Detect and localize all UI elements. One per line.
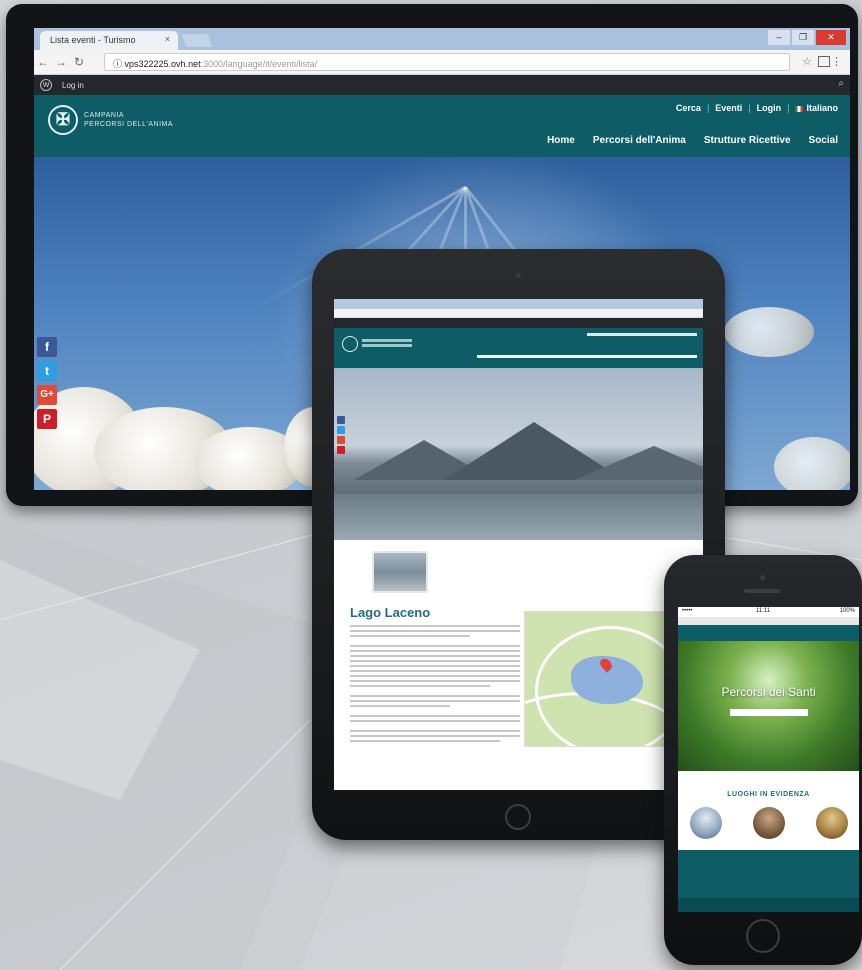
tablet-hero-lake-image [334,368,703,540]
logo-text: CAMPANIA PERCORSI DELL'ANIMA [84,111,173,129]
back-arrow-icon[interactable]: ← [34,55,52,69]
signal-icon: ••••• [682,608,693,614]
place-thumbnail[interactable] [753,807,785,839]
tab-title: Lista eventi - Turismo [50,35,136,45]
battery-level: 100% [839,608,855,614]
twitter-icon[interactable]: t [37,361,57,381]
phone-footer [678,850,859,912]
logo-line-2: PERCORSI DELL'ANIMA [84,121,174,128]
tablet-home-button[interactable] [505,804,531,830]
reload-icon[interactable]: ↻ [70,55,88,69]
search-icon[interactable]: ⌕ [838,78,844,89]
close-window-button[interactable]: ✕ [816,30,846,45]
logo-emblem-icon: ✠ [48,105,78,135]
phone-device: ••••• 11:11 100% Percorsi dei Santi LUOG… [664,555,862,965]
browser-tab[interactable]: Lista eventi - Turismo × [40,31,178,50]
featured-places-title: LUOGHI IN EVIDENZA [727,791,810,798]
top-link-eventi[interactable]: Eventi [715,103,742,113]
phone-home-button[interactable] [746,919,780,953]
tablet-logo-icon [342,336,358,352]
phone-hero-title: Percorsi dei Santi [721,685,816,699]
language-label: Italiano [806,103,838,113]
language-selector[interactable]: Italiano [795,103,838,113]
info-icon: ⓘ [113,59,125,69]
minimize-button[interactable]: – [768,30,790,45]
browser-tab-bar: Lista eventi - Turismo × – ❐ ✕ [34,28,850,50]
new-tab-button[interactable] [181,34,213,47]
nav-social[interactable]: Social [809,135,838,146]
tablet-wp-bar [334,318,703,328]
pinterest-icon[interactable]: P [37,409,57,429]
url-path: :3000/language/it/eventi/lista/ [200,59,318,69]
tablet-camera [516,273,521,278]
window-controls: – ❐ ✕ [768,30,846,45]
bookmark-star-icon[interactable]: ☆ [802,55,812,68]
phone-hero-forest-image: Percorsi dei Santi [678,641,859,771]
extension-icon[interactable] [818,56,830,67]
google-plus-icon[interactable]: G+ [37,385,57,405]
page-title: Lago Laceno [350,605,431,620]
tablet-address-bar [334,309,703,318]
login-link[interactable]: Log in [62,81,84,90]
tab-close-icon[interactable]: × [165,34,170,44]
nav-strutture[interactable]: Strutture Ricettive [704,135,791,146]
phone-screen: ••••• 11:11 100% Percorsi dei Santi LUOG… [678,607,859,912]
nav-home[interactable]: Home [547,135,575,146]
status-time: 11:11 [756,608,771,614]
tablet-thumbnail-image[interactable] [372,551,428,593]
facebook-icon[interactable]: f [37,337,57,357]
logo-line-1: CAMPANIA [84,112,125,119]
tablet-social-bar [337,416,345,454]
wp-admin-bar: W Log in ⌕ [34,75,850,95]
tablet-screen: Lago Laceno [334,299,703,790]
maximize-button[interactable]: ❐ [792,30,814,45]
place-thumbnail[interactable] [690,807,722,839]
phone-status-bar: ••••• 11:11 100% [678,607,859,617]
site-header: ✠ CAMPANIA PERCORSI DELL'ANIMA Cerca | Ev… [34,95,850,157]
top-link-login[interactable]: Login [757,103,782,113]
phone-site-header [678,625,859,641]
main-nav: Home Percorsi dell'Anima Strutture Ricet… [547,135,838,146]
browser-menu-icon[interactable]: ⋮ [831,55,842,68]
phone-url-bar[interactable] [678,617,859,625]
site-logo[interactable]: ✠ CAMPANIA PERCORSI DELL'ANIMA [48,105,173,135]
top-links: Cerca | Eventi | Login | Italiano [675,103,838,113]
url-input[interactable]: ⓘ vps322225.ovh.net:3000/language/it/eve… [104,53,790,71]
wordpress-icon[interactable]: W [40,79,52,91]
tablet-site-header [334,328,703,368]
place-thumbnail[interactable] [816,807,848,839]
social-share-bar: f t G+ P [37,337,57,429]
italy-flag-icon [795,105,804,112]
nav-percorsi[interactable]: Percorsi dell'Anima [593,135,686,146]
address-bar: ← → ↻ ⓘ vps322225.ovh.net:3000/language/… [34,50,850,75]
phone-camera [760,575,765,580]
phone-speaker [744,589,780,593]
top-link-cerca[interactable]: Cerca [676,103,701,113]
url-host: vps322225.ovh.net [124,59,201,69]
tablet-browser-tabs [334,299,703,309]
phone-search-input[interactable] [730,709,808,716]
forward-arrow-icon[interactable]: → [52,55,70,69]
featured-places-list [690,807,848,839]
